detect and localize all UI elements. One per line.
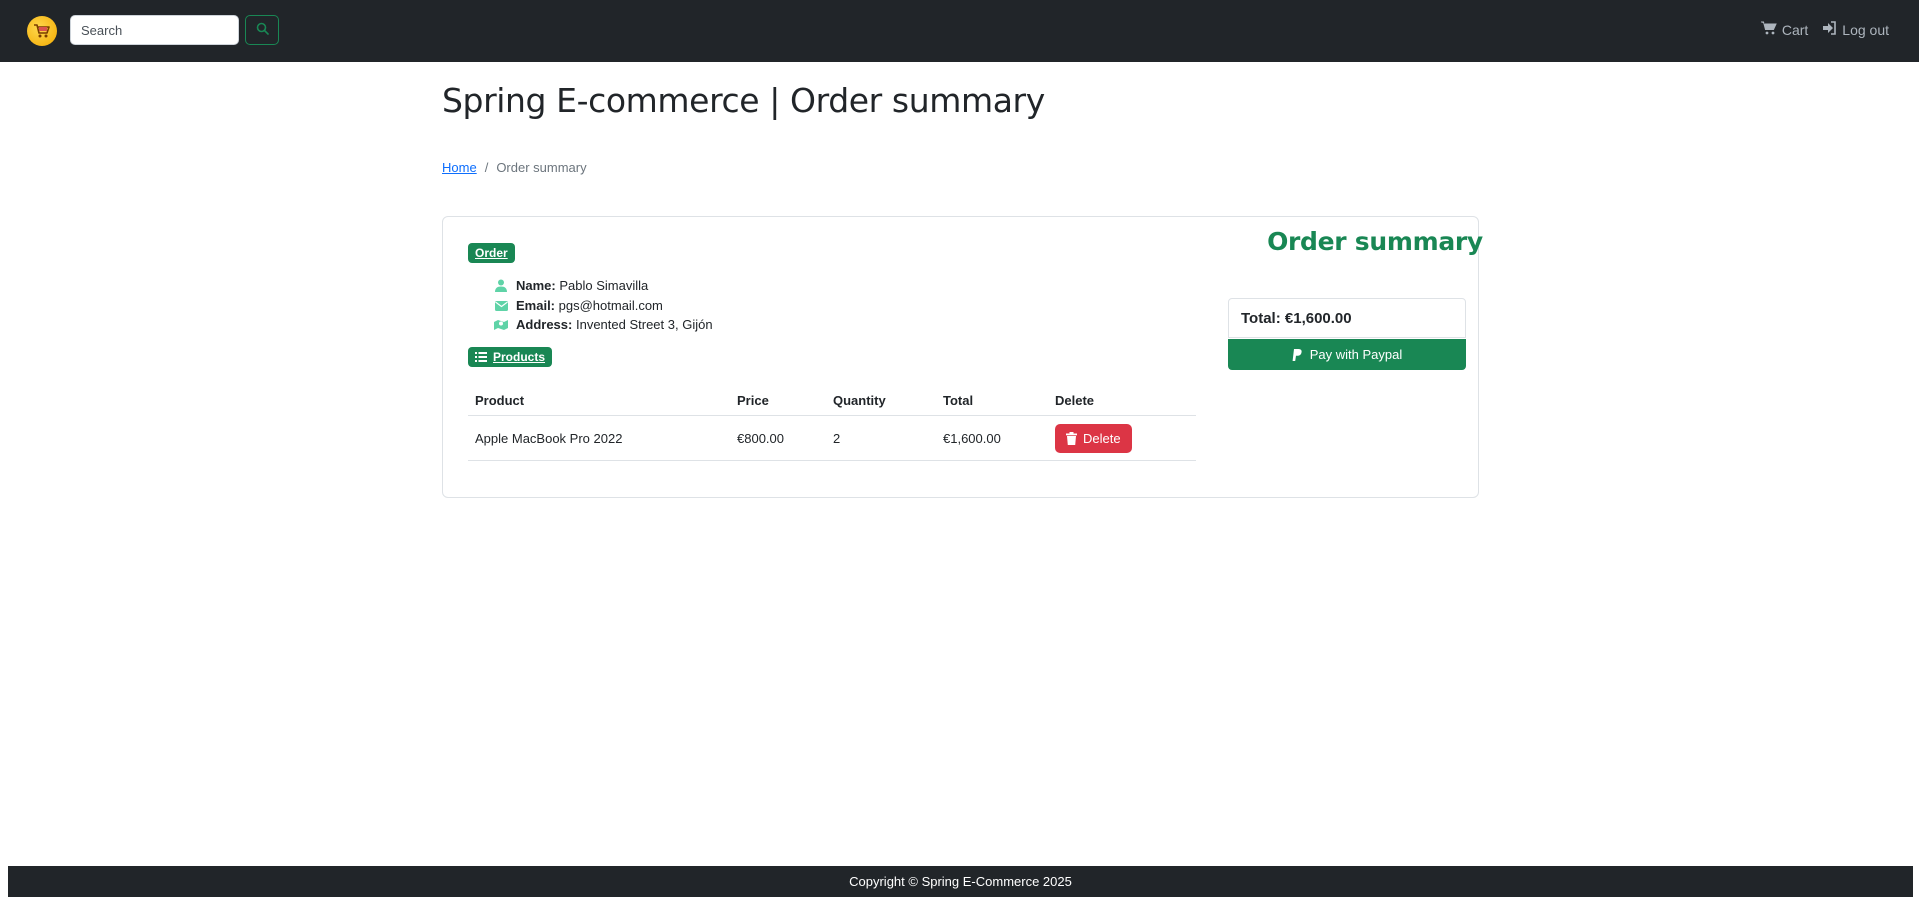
delete-button[interactable]: Delete	[1055, 423, 1132, 453]
footer-copyright: Copyright © Spring E-Commerce 2025	[849, 874, 1072, 889]
cell-delete: Delete	[1048, 415, 1196, 461]
col-delete: Delete	[1048, 385, 1196, 416]
list-icon	[475, 352, 487, 362]
name-label: Name:	[516, 278, 556, 293]
order-address-row: Address: Invented Street 3, Gijón	[494, 317, 713, 332]
cell-product: Apple MacBook Pro 2022	[468, 415, 730, 461]
paypal-icon	[1292, 348, 1302, 361]
col-price: Price	[730, 385, 826, 416]
pay-with-paypal-label: Pay with Paypal	[1309, 347, 1403, 362]
email-label: Email:	[516, 298, 556, 313]
products-table: Product Price Quantity Total Delete Appl…	[468, 385, 1196, 461]
order-badge[interactable]: Order	[468, 243, 515, 263]
summary-heading: Order summary	[1267, 227, 1483, 256]
address-label: Address:	[516, 317, 573, 332]
cart-icon	[1760, 21, 1777, 38]
order-total: Total: €1,600.00	[1228, 298, 1466, 338]
map-location-icon	[494, 318, 508, 332]
nav-right: Cart Log out	[1760, 21, 1889, 38]
table-row: Apple MacBook Pro 2022 €800.00 2 €1,600.…	[468, 415, 1196, 461]
address-value: Invented Street 3, Gijón	[575, 317, 713, 332]
user-icon	[494, 279, 508, 293]
order-badge-label: Order	[475, 246, 508, 260]
order-name-row: Name: Pablo Simavilla	[494, 278, 648, 293]
logout-label: Log out	[1842, 21, 1889, 38]
envelope-icon	[494, 299, 508, 313]
search-button[interactable]	[245, 15, 279, 45]
logout-link[interactable]: Log out	[1822, 21, 1889, 38]
email-value: pgs@hotmail.com	[558, 298, 663, 313]
order-card: Order Name: Pablo Simavilla Email: pgs@h…	[442, 216, 1483, 498]
footer: Copyright © Spring E-Commerce 2025	[8, 866, 1913, 897]
breadcrumb: Home / Order summary	[442, 160, 587, 175]
search-input[interactable]	[70, 15, 239, 45]
page-title: Spring E-commerce | Order summary	[442, 81, 1045, 120]
pay-with-paypal-button[interactable]: Pay with Paypal	[1228, 339, 1466, 370]
delete-label: Delete	[1083, 430, 1121, 446]
breadcrumb-current: Order summary	[496, 160, 587, 175]
table-header-row: Product Price Quantity Total Delete	[468, 385, 1196, 416]
name-value: Pablo Simavilla	[559, 278, 649, 293]
sign-in-icon	[1822, 21, 1837, 38]
cart-label: Cart	[1781, 21, 1809, 38]
cell-total: €1,600.00	[936, 415, 1048, 461]
col-quantity: Quantity	[826, 385, 936, 416]
col-product: Product	[468, 385, 730, 416]
cell-price: €800.00	[730, 415, 826, 461]
navbar: Cart Log out	[0, 0, 1919, 62]
breadcrumb-home-link[interactable]: Home	[442, 160, 477, 175]
order-email-row: Email: pgs@hotmail.com	[494, 298, 663, 313]
products-badge[interactable]: Products	[468, 347, 553, 367]
breadcrumb-separator: /	[484, 160, 489, 175]
trash-icon	[1066, 431, 1077, 445]
products-badge-label: Products	[493, 350, 546, 364]
shopping-cart-logo-icon[interactable]	[27, 16, 57, 46]
cell-quantity: 2	[826, 415, 936, 461]
cart-link[interactable]: Cart	[1760, 21, 1809, 38]
col-total: Total	[936, 385, 1048, 416]
search-icon	[256, 22, 269, 38]
